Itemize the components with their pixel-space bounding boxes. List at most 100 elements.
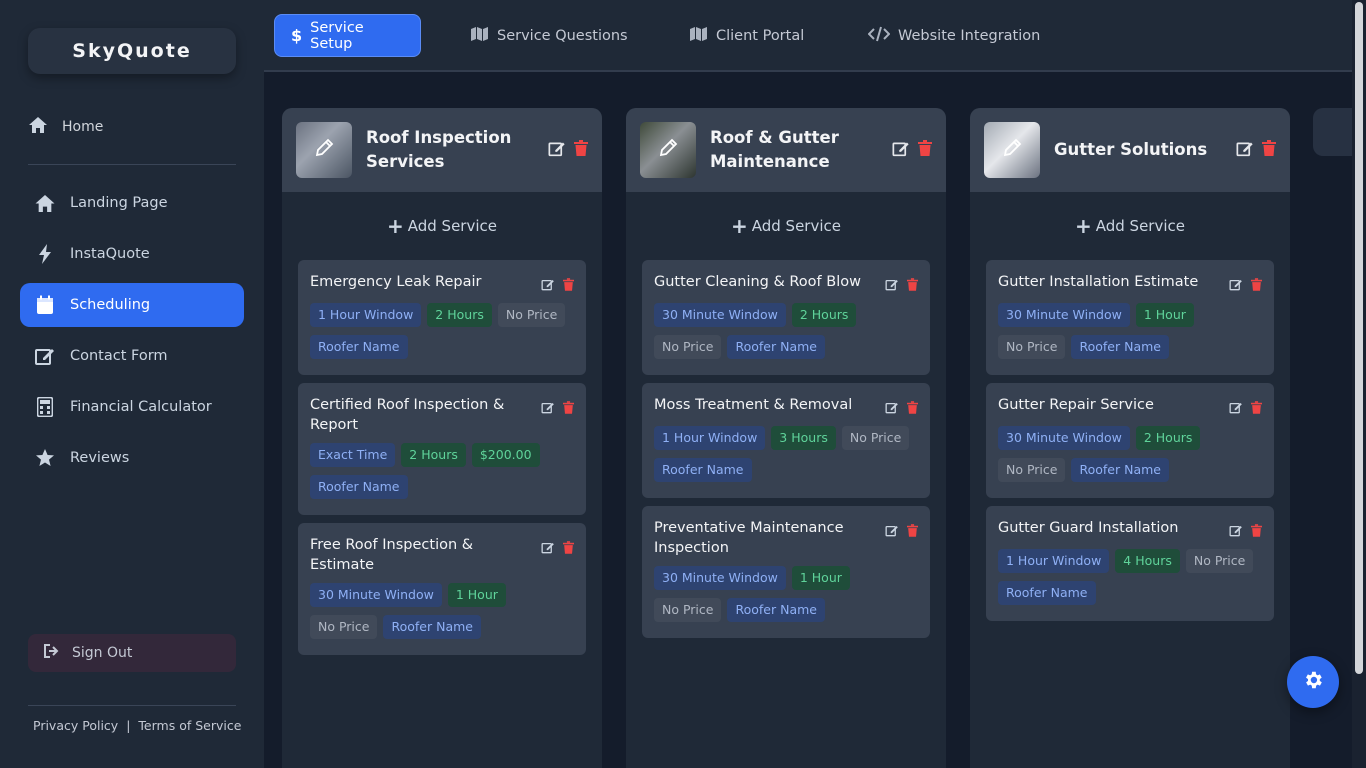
page-scrollbar[interactable] (1352, 0, 1366, 768)
edit-service-icon[interactable] (885, 276, 899, 295)
delete-service-icon[interactable] (907, 276, 918, 295)
tab-website-integration[interactable]: Website Integration (852, 14, 1056, 57)
map-icon (470, 26, 489, 46)
tab-label: Service Setup (310, 19, 364, 52)
service-card[interactable]: Free Roof Inspection & Estimate 30 Minute… (298, 523, 586, 655)
edit-category-icon[interactable] (892, 140, 910, 161)
service-title: Preventative Maintenance Inspection (654, 520, 844, 556)
plus-icon: + (730, 214, 748, 238)
price-tag: No Price (1185, 549, 1254, 573)
edit-service-icon[interactable] (1229, 276, 1243, 295)
service-card[interactable]: Preventative Maintenance Inspection 30 Mi… (642, 506, 930, 638)
sidebar-item-label: Financial Calculator (70, 399, 212, 415)
price-tag: No Price (841, 426, 910, 450)
tab-service-questions[interactable]: Service Questions (454, 14, 644, 57)
settings-button[interactable] (1287, 656, 1339, 708)
service-title: Gutter Repair Service (998, 397, 1154, 413)
delete-category-icon[interactable] (918, 140, 932, 160)
category-actions (892, 140, 932, 161)
plus-icon: + (386, 214, 404, 238)
sidebar-item-label: Scheduling (70, 297, 151, 313)
delete-service-icon[interactable] (907, 522, 918, 541)
duration-tag: 1 Hour (1135, 303, 1194, 327)
service-actions (1229, 518, 1262, 541)
service-actions (885, 518, 918, 541)
terms-of-service-link[interactable]: Terms of Service (138, 718, 241, 733)
service-actions (1229, 395, 1262, 418)
service-card[interactable]: Emergency Leak Repair 1 Hour Window 2 Hour… (298, 260, 586, 375)
service-actions (885, 272, 918, 295)
service-actions (541, 272, 574, 295)
price-tag: No Price (310, 615, 378, 639)
delete-service-icon[interactable] (1251, 522, 1262, 541)
service-card[interactable]: Gutter Guard Installation 1 Hour Window 4 … (986, 506, 1274, 621)
tab-client-portal[interactable]: Client Portal (673, 14, 820, 57)
edit-service-icon[interactable] (1229, 399, 1243, 418)
tab-service-setup[interactable]: $ Service Setup (274, 14, 421, 57)
service-card[interactable]: Certified Roof Inspection & Report Exact … (298, 383, 586, 515)
sign-out-button[interactable]: Sign Out (28, 634, 236, 672)
service-category-column: Roof Inspection Services + Add Service Emer… (282, 108, 602, 768)
category-image[interactable] (984, 122, 1040, 178)
add-service-button[interactable]: + Add Service (282, 192, 602, 260)
edit-category-icon[interactable] (548, 140, 566, 161)
window-tag: 1 Hour Window (310, 303, 422, 327)
delete-service-icon[interactable] (563, 539, 574, 558)
price-tag: No Price (497, 303, 566, 327)
sidebar-item-contact-form[interactable]: Contact Form (20, 334, 244, 378)
service-card[interactable]: Gutter Repair Service 30 Minute Window 2 H… (986, 383, 1274, 498)
window-tag: 1 Hour Window (998, 549, 1110, 573)
delete-service-icon[interactable] (563, 399, 574, 418)
sidebar-item-landing-page[interactable]: Landing Page (20, 181, 244, 225)
edit-service-icon[interactable] (541, 539, 555, 558)
category-image[interactable] (640, 122, 696, 178)
scrollbar-thumb[interactable] (1355, 2, 1363, 674)
service-tags: Exact Time 2 Hours $200.00 Roofer Name (310, 443, 574, 507)
edit-service-icon[interactable] (541, 276, 555, 295)
edit-service-icon[interactable] (1229, 522, 1243, 541)
app-logo[interactable]: SkyQuote (28, 28, 236, 74)
category-image[interactable] (296, 122, 352, 178)
privacy-policy-link[interactable]: Privacy Policy (33, 718, 118, 733)
add-service-label: Add Service (407, 217, 497, 235)
staff-tag: Roofer Name (310, 335, 408, 359)
duration-tag: 2 Hours (1135, 426, 1201, 450)
add-service-button[interactable]: + Add Service (626, 192, 946, 260)
sidebar-item-label: Contact Form (70, 348, 168, 364)
category-header: Gutter Solutions (970, 108, 1290, 192)
price-tag: No Price (998, 335, 1066, 359)
sidebar-item-financial-calculator[interactable]: Financial Calculator (20, 385, 244, 429)
duration-tag: 4 Hours (1115, 549, 1180, 573)
edit-category-icon[interactable] (1236, 140, 1254, 161)
service-card[interactable]: Gutter Installation Estimate 30 Minute Wi… (986, 260, 1274, 375)
edit-service-icon[interactable] (541, 399, 555, 418)
delete-service-icon[interactable] (563, 276, 574, 295)
delete-category-icon[interactable] (1262, 140, 1276, 160)
category-title: Roof Inspection Services (366, 128, 512, 171)
staff-tag: Roofer Name (654, 458, 752, 482)
next-column-peek[interactable] (1313, 108, 1353, 156)
delete-service-icon[interactable] (1251, 399, 1262, 418)
gear-icon (1302, 669, 1324, 695)
delete-service-icon[interactable] (907, 399, 918, 418)
edit-service-icon[interactable] (885, 522, 899, 541)
service-actions (541, 395, 574, 418)
sidebar-item-reviews[interactable]: Reviews (20, 436, 244, 480)
delete-category-icon[interactable] (574, 140, 588, 160)
category-header: Roof & Gutter Maintenance (626, 108, 946, 192)
sidebar-item-home[interactable]: Home (28, 112, 236, 142)
duration-tag: 1 Hour (791, 566, 850, 590)
window-tag: 30 Minute Window (310, 583, 442, 607)
add-service-button[interactable]: + Add Service (970, 192, 1290, 260)
delete-service-icon[interactable] (1251, 276, 1262, 295)
sidebar-divider (28, 705, 236, 706)
sidebar-item-instaquote[interactable]: InstaQuote (20, 232, 244, 276)
code-icon (867, 26, 891, 46)
sidebar: SkyQuote Home Landing Page InstaQuote Sc… (0, 0, 264, 768)
edit-service-icon[interactable] (885, 399, 899, 418)
service-card[interactable]: Gutter Cleaning & Roof Blow 30 Minute Win… (642, 260, 930, 375)
pencil-icon (313, 137, 335, 163)
service-title: Gutter Installation Estimate (998, 274, 1199, 290)
sidebar-item-scheduling[interactable]: Scheduling (20, 283, 244, 327)
service-card[interactable]: Moss Treatment & Removal 1 Hour Window 3 H… (642, 383, 930, 498)
